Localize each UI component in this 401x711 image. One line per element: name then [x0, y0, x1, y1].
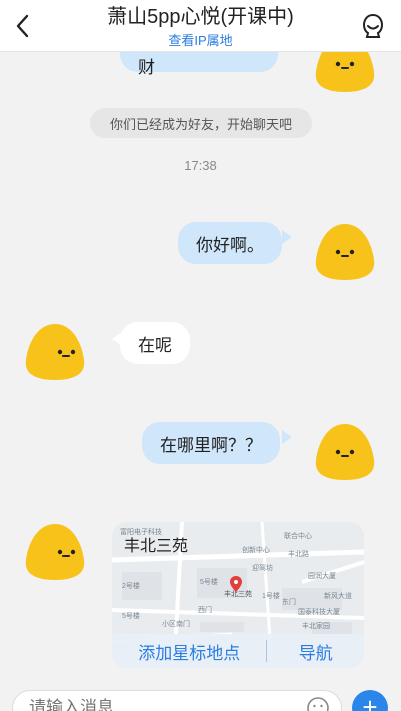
message-bubble-incoming[interactable]: 在呢 — [120, 322, 190, 364]
map-label: 5号楼 — [200, 577, 218, 586]
yellow-blob-avatar-icon — [315, 424, 375, 480]
map-label: 国泰科技大厦 — [298, 607, 340, 616]
profile-button[interactable] — [359, 12, 387, 40]
yellow-blob-avatar-icon — [315, 52, 375, 92]
contact-avatar[interactable] — [24, 320, 86, 382]
system-notice: 你们已经成为好友，开始聊天吧 — [90, 108, 312, 138]
message-list[interactable]: 我是 点哇哇发财 你们已经成为好友，开始聊天吧 17:38 你好啊。 在呢 — [0, 52, 401, 688]
composer-bar: + — [0, 688, 401, 711]
map-label: 东门 — [282, 597, 296, 606]
location-message-card[interactable]: 富阳电子科技 联合中心 迎驾坊 园润大厦 5号楼 2号楼 1号楼 西门 5号楼 … — [112, 522, 364, 668]
location-actions: 添加星标地点 导航 — [112, 634, 364, 668]
plus-icon: + — [362, 692, 378, 711]
map-label: 联合中心 — [284, 531, 312, 540]
message-bubble-outgoing[interactable]: 在哪里啊？？ — [142, 422, 280, 464]
my-avatar[interactable] — [314, 420, 376, 482]
chat-title: 萧山5pp心悦(开课中) — [107, 6, 294, 28]
user-profile-icon — [362, 13, 384, 38]
my-avatar[interactable] — [314, 220, 376, 282]
bubble-tail — [282, 230, 292, 244]
message-text: 你好啊。 — [196, 235, 264, 255]
back-button[interactable] — [8, 10, 38, 42]
map-label: 西门 — [198, 605, 212, 614]
map-label: 小区南门 — [162, 619, 190, 628]
my-avatar[interactable] — [314, 52, 376, 94]
map-label: 2号楼 — [122, 581, 140, 590]
map-label: 创新中心 — [242, 545, 270, 554]
view-ip-location-link[interactable]: 查看IP属地 — [60, 32, 341, 50]
bubble-tail — [282, 430, 292, 444]
map-pin-label: 丰北三苑 — [224, 589, 252, 598]
yellow-blob-avatar-icon — [25, 324, 85, 380]
yellow-blob-avatar-icon — [315, 224, 375, 280]
message-text: 在呢 — [138, 335, 172, 355]
map-label: 丰北家园 — [302, 621, 330, 630]
emoji-button[interactable] — [306, 696, 330, 711]
location-name: 丰北三苑 — [124, 538, 189, 555]
chat-header: 萧山5pp心悦(开课中) 查看IP属地 — [0, 0, 401, 52]
message-text: 我是 点哇哇发财 — [138, 58, 155, 77]
map-label: 园润大厦 — [308, 571, 336, 580]
yellow-blob-avatar-icon — [25, 524, 85, 580]
map-label: 1号楼 — [262, 591, 280, 600]
chevron-left-icon — [16, 14, 29, 38]
map-label: 迎驾坊 — [252, 563, 273, 572]
message-input[interactable] — [12, 690, 342, 711]
message-timestamp: 17:38 — [184, 158, 217, 173]
map-label: 丰北路 — [288, 549, 309, 558]
message-text: 在哪里啊？？ — [160, 435, 262, 455]
add-star-location-button[interactable]: 添加星标地点 — [112, 639, 266, 664]
plus-button[interactable]: + — [352, 690, 388, 711]
navigate-button[interactable]: 导航 — [267, 639, 364, 664]
message-bubble-outgoing[interactable]: 我是 点哇哇发财 — [120, 52, 278, 77]
message-bubble-outgoing[interactable]: 你好啊。 — [178, 222, 282, 264]
contact-avatar[interactable] — [24, 520, 86, 582]
map-label: 新风大道 — [324, 591, 352, 600]
map-label: 5号楼 — [122, 611, 140, 620]
emoji-smile-icon — [307, 697, 329, 711]
